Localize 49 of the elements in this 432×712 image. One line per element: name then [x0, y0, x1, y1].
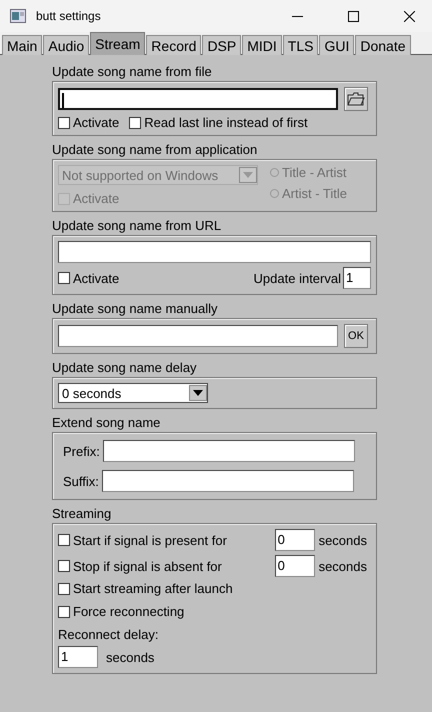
- checkbox[interactable]: Activate: [58, 270, 120, 286]
- group-title: Extend song name: [52, 415, 162, 430]
- group-title: Update song name from application: [52, 142, 258, 157]
- checkbox[interactable]: Force reconnecting: [58, 604, 184, 619]
- checkbox[interactable]: Start streaming after launch: [58, 581, 233, 596]
- group-title: Update song name manually: [52, 301, 218, 316]
- maximize-icon: [348, 10, 358, 22]
- reconnect-label: Reconnect delay:: [58, 627, 160, 642]
- checkbox[interactable]: Read last line instead of first: [129, 115, 308, 130]
- checkbox[interactable]: Start if signal is present for: [58, 532, 227, 548]
- number-field[interactable]: 1: [343, 267, 371, 289]
- dropdown[interactable]: 0 seconds: [58, 383, 208, 403]
- tab[interactable]: Stream: [90, 32, 146, 55]
- tab[interactable]: MIDI: [242, 35, 282, 55]
- browse-button[interactable]: [344, 87, 368, 111]
- tab[interactable]: Donate: [355, 35, 411, 55]
- number-field[interactable]: 1: [58, 646, 98, 668]
- text-field[interactable]: [58, 325, 338, 347]
- group-title: Update song name delay: [52, 360, 198, 375]
- field-label: Prefix:: [63, 444, 100, 458]
- interval-label: Update interval: [254, 270, 341, 286]
- tab[interactable]: Record: [146, 35, 202, 55]
- app-icon: [10, 9, 26, 23]
- ok-button[interactable]: OK: [344, 324, 368, 348]
- caret-icon: [193, 390, 203, 396]
- checkbox[interactable]: Activate: [58, 115, 120, 130]
- close-icon: [404, 10, 414, 22]
- group-title: Update song name from file: [52, 64, 213, 79]
- text-field[interactable]: [102, 470, 354, 492]
- unit-label: seconds: [318, 558, 367, 574]
- group-title: Update song name from URL: [52, 218, 222, 233]
- unit-label: seconds: [318, 532, 367, 548]
- number-field[interactable]: 0: [274, 555, 315, 577]
- number-field[interactable]: 0: [274, 529, 315, 551]
- checkbox[interactable]: Stop if signal is absent for: [58, 558, 222, 574]
- tab[interactable]: GUI: [319, 35, 354, 55]
- group-title: Streaming: [52, 506, 112, 521]
- folder-icon: [347, 92, 365, 106]
- text-field[interactable]: [58, 88, 338, 110]
- caret-icon: [243, 172, 253, 178]
- tab[interactable]: DSP: [202, 35, 242, 55]
- field-label: Suffix:: [63, 474, 99, 488]
- tab[interactable]: Main: [2, 35, 42, 55]
- window-title: butt settings: [36, 9, 102, 23]
- unit-label: seconds: [106, 650, 154, 664]
- text-field[interactable]: [58, 241, 371, 263]
- tab[interactable]: TLS: [282, 35, 318, 55]
- tab[interactable]: Audio: [43, 35, 90, 55]
- text-field[interactable]: [102, 440, 355, 462]
